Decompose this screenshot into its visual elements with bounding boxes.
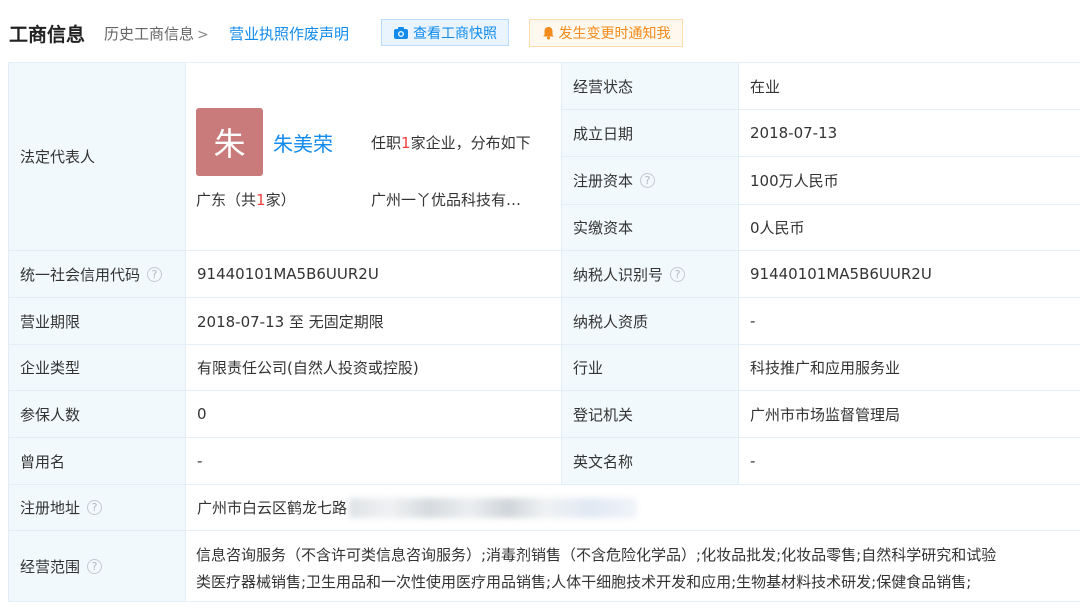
- company-type-label-cell: 企业类型: [8, 345, 186, 391]
- insured-label-cell: 参保人数: [8, 391, 186, 438]
- founded-label: 成立日期: [573, 124, 634, 143]
- credit-code-value-cell: 91440101MA5B6UUR2U: [186, 251, 562, 298]
- paid-capital-value-cell: 0人民币: [739, 205, 1080, 251]
- insured-value-cell: 0: [186, 391, 562, 438]
- taxpayer-id-label-cell: 纳税人识别号?: [562, 251, 739, 298]
- authority-value-cell: 广州市市场监督管理局: [739, 391, 1080, 438]
- taxpayer-qual-value: -: [750, 312, 756, 330]
- paid-capital-value: 0人民币: [750, 219, 805, 237]
- term-label-cell: 营业期限: [8, 298, 186, 345]
- reg-capital-label-cell: 注册资本?: [562, 157, 739, 205]
- taxpayer-id-value: 91440101MA5B6UUR2U: [750, 265, 932, 283]
- camera-icon: [394, 26, 408, 39]
- paid-capital-label-cell: 实缴资本: [562, 205, 739, 251]
- region-count: 1: [256, 191, 266, 209]
- authority-label: 登记机关: [573, 405, 634, 424]
- region-prefix: 广东（共: [196, 191, 257, 209]
- legal-rep-company-link[interactable]: 广州一丫优品科技有…: [371, 189, 521, 210]
- industry-label-cell: 行业: [562, 345, 739, 391]
- redacted-address-blur: [349, 497, 638, 518]
- scope-label: 经营范围: [20, 557, 81, 576]
- chevron-right-icon: >: [197, 27, 209, 43]
- status-value: 在业: [750, 77, 781, 96]
- company-type-label: 企业类型: [20, 359, 81, 377]
- help-icon[interactable]: ?: [147, 266, 163, 282]
- snapshot-button[interactable]: 查看工商快照: [381, 19, 509, 46]
- address-value: 广州市白云区鹤龙七路: [197, 499, 348, 517]
- void-statement-link[interactable]: 营业执照作废声明: [229, 23, 349, 44]
- status-label-cell: 经营状态: [562, 62, 739, 110]
- legal-rep-roles: 任职1家企业，分布如下: [371, 132, 531, 153]
- term-label: 营业期限: [20, 312, 81, 331]
- founded-value: 2018-07-13: [750, 124, 838, 142]
- notify-button-label: 发生变更时通知我: [558, 26, 671, 42]
- founded-value-cell: 2018-07-13: [739, 110, 1080, 157]
- insured-value: 0: [197, 405, 207, 423]
- authority-value: 广州市市场监督管理局: [750, 405, 901, 424]
- status-value-cell: 在业: [739, 62, 1080, 110]
- section-header: 工商信息 历史工商信息 > 营业执照作废声明 查看工商快照 发生变更时通知我: [0, 0, 1080, 62]
- paid-capital-label: 实缴资本: [573, 219, 634, 237]
- region-suffix: 家）: [265, 191, 296, 209]
- scope-line-2: 类医疗器械销售;卫生用品和一次性使用医疗用品销售;人体干细胞技术开发和应用;生物…: [196, 573, 972, 591]
- former-name-value-cell: -: [186, 438, 562, 485]
- english-name-label-cell: 英文名称: [562, 438, 739, 485]
- english-name-value-cell: -: [739, 438, 1080, 485]
- english-name-value: -: [750, 452, 756, 470]
- roles-suffix: 家企业，分布如下: [410, 134, 531, 152]
- former-name-label: 曾用名: [20, 452, 66, 471]
- bell-icon: [542, 27, 554, 40]
- authority-label-cell: 登记机关: [562, 391, 739, 438]
- scope-line-1: 信息咨询服务（不含许可类信息咨询服务）;消毒剂销售（不含危险化学品）;化妆品批发…: [196, 546, 997, 564]
- legal-rep-region[interactable]: 广东（共1家）: [196, 189, 296, 210]
- history-link-label: 历史工商信息: [104, 25, 195, 43]
- address-label: 注册地址: [20, 499, 81, 517]
- legal-rep-label-cell: 法定代表人: [8, 62, 186, 251]
- help-icon[interactable]: ?: [670, 266, 686, 282]
- roles-count: 1: [401, 134, 411, 152]
- reg-capital-value: 100万人民币: [750, 172, 839, 190]
- taxpayer-qual-label-cell: 纳税人资质: [562, 298, 739, 345]
- scope-label-cell: 经营范围?: [8, 531, 186, 602]
- legal-rep-name[interactable]: 朱美荣: [273, 128, 333, 157]
- roles-prefix: 任职: [371, 134, 402, 152]
- taxpayer-qual-value-cell: -: [739, 298, 1080, 345]
- credit-code-label-cell: 统一社会信用代码?: [8, 251, 186, 298]
- term-value-cell: 2018-07-13 至 无固定期限: [186, 298, 562, 345]
- industry-label: 行业: [573, 359, 604, 377]
- former-name-label-cell: 曾用名: [8, 438, 186, 485]
- address-value-cell: 广州市白云区鹤龙七路: [186, 485, 1080, 531]
- section-title: 工商信息: [9, 24, 86, 46]
- status-label: 经营状态: [573, 77, 634, 96]
- company-type-value-cell: 有限责任公司(自然人投资或控股): [186, 345, 562, 391]
- reg-capital-value-cell: 100万人民币: [739, 157, 1080, 205]
- help-icon[interactable]: ?: [640, 173, 656, 188]
- reg-capital-label: 注册资本: [573, 172, 634, 190]
- history-link[interactable]: 历史工商信息 >: [104, 23, 209, 44]
- legal-rep-label: 法定代表人: [20, 148, 96, 166]
- founded-label-cell: 成立日期: [562, 110, 739, 157]
- help-icon[interactable]: ?: [87, 558, 103, 574]
- credit-code-value: 91440101MA5B6UUR2U: [197, 265, 379, 283]
- insured-label: 参保人数: [20, 405, 81, 424]
- avatar-char: 朱: [213, 125, 246, 163]
- avatar[interactable]: 朱: [196, 108, 263, 176]
- company-type-value: 有限责任公司(自然人投资或控股): [197, 359, 419, 377]
- taxpayer-id-value-cell: 91440101MA5B6UUR2U: [739, 251, 1080, 298]
- taxpayer-id-label: 纳税人识别号: [573, 265, 664, 284]
- industry-value-cell: 科技推广和应用服务业: [739, 345, 1080, 391]
- address-label-cell: 注册地址?: [8, 485, 186, 531]
- english-name-label: 英文名称: [573, 452, 634, 471]
- industry-value: 科技推广和应用服务业: [750, 359, 901, 377]
- former-name-value: -: [197, 452, 203, 470]
- notify-button[interactable]: 发生变更时通知我: [529, 19, 683, 47]
- taxpayer-qual-label: 纳税人资质: [573, 312, 649, 331]
- term-value: 2018-07-13 至 无固定期限: [197, 312, 384, 331]
- help-icon[interactable]: ?: [87, 500, 103, 515]
- credit-code-label: 统一社会信用代码: [20, 265, 141, 284]
- snapshot-button-label: 查看工商快照: [413, 25, 497, 42]
